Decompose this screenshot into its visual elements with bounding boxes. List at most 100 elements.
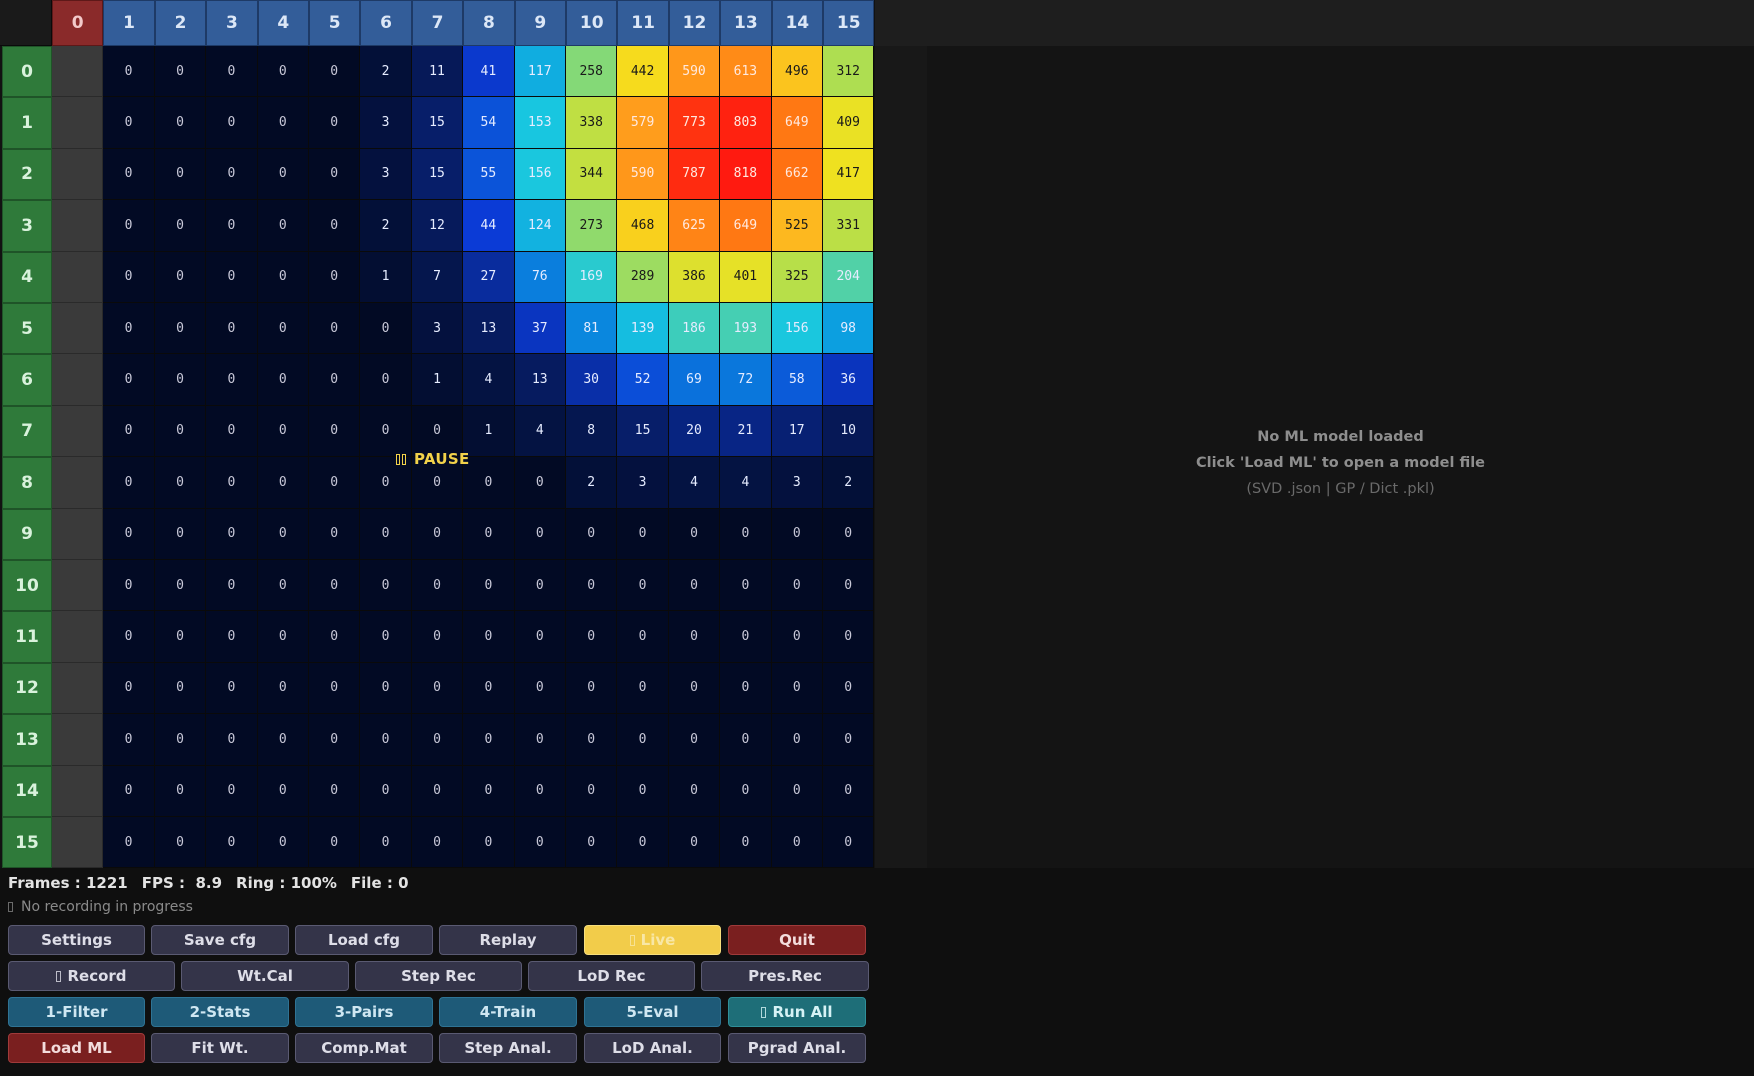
sensor-cell[interactable]: 0 bbox=[154, 354, 207, 406]
sensor-cell[interactable]: 649 bbox=[720, 200, 772, 252]
column-header-14[interactable]: 14 bbox=[771, 0, 823, 46]
sensor-cell[interactable]: 0 bbox=[360, 714, 412, 766]
fit-wt-button[interactable]: Fit Wt. bbox=[151, 1033, 289, 1063]
row-header-0[interactable]: 0 bbox=[2, 46, 52, 98]
sensor-cell[interactable]: 204 bbox=[823, 251, 875, 303]
sensor-cell[interactable]: 0 bbox=[206, 508, 258, 560]
live-button[interactable]: Live bbox=[584, 925, 721, 955]
sensor-cell[interactable]: 117 bbox=[514, 46, 566, 98]
sensor-cell[interactable]: 193 bbox=[720, 303, 772, 355]
sensor-cell[interactable]: 4 bbox=[463, 354, 515, 406]
row-header-14[interactable]: 14 bbox=[2, 765, 52, 817]
sensor-cell[interactable]: 818 bbox=[720, 148, 772, 201]
sensor-cell[interactable]: 0 bbox=[103, 817, 155, 869]
sensor-cell[interactable]: 0 bbox=[514, 714, 566, 766]
sensor-cell[interactable]: 0 bbox=[257, 354, 309, 406]
sensor-cell[interactable]: 0 bbox=[309, 611, 361, 663]
train-step-button[interactable]: 4-Train bbox=[439, 997, 577, 1027]
lod-rec-button[interactable]: LoD Rec bbox=[528, 961, 695, 991]
sensor-cell[interactable]: 156 bbox=[771, 303, 823, 355]
sensor-cell[interactable]: 0 bbox=[103, 457, 155, 509]
column-header-8[interactable]: 8 bbox=[463, 0, 515, 46]
sensor-cell[interactable]: 0 bbox=[103, 662, 155, 715]
sensor-cell[interactable]: 0 bbox=[360, 765, 412, 817]
sensor-cell[interactable]: 0 bbox=[103, 508, 155, 560]
row-header-15[interactable]: 15 bbox=[2, 817, 52, 869]
sensor-cell[interactable]: 8 bbox=[566, 405, 618, 458]
sensor-cell[interactable]: 0 bbox=[566, 560, 618, 612]
sensor-cell[interactable]: 0 bbox=[411, 560, 464, 612]
sensor-cell[interactable]: 613 bbox=[720, 46, 772, 98]
sensor-cell[interactable]: 590 bbox=[617, 148, 669, 201]
sensor-cell[interactable]: 69 bbox=[668, 354, 721, 406]
sensor-cell[interactable]: 0 bbox=[309, 97, 361, 149]
column-header-2[interactable]: 2 bbox=[154, 0, 207, 46]
sensor-cell[interactable]: 0 bbox=[206, 560, 258, 612]
sensor-cell[interactable]: 3 bbox=[411, 303, 464, 355]
sensor-cell[interactable]: 0 bbox=[771, 817, 823, 869]
sensor-cell[interactable]: 0 bbox=[668, 765, 721, 817]
sensor-cell[interactable]: 0 bbox=[463, 714, 515, 766]
sensor-cell[interactable]: 0 bbox=[257, 200, 309, 252]
sensor-cell[interactable]: 0 bbox=[514, 817, 566, 869]
sensor-cell[interactable]: 0 bbox=[154, 200, 207, 252]
sensor-cell[interactable]: 773 bbox=[668, 97, 721, 149]
pres-rec-button[interactable]: Pres.Rec bbox=[701, 961, 869, 991]
sensor-cell[interactable]: 0 bbox=[514, 508, 566, 560]
sensor-cell[interactable]: 0 bbox=[463, 817, 515, 869]
sensor-cell[interactable]: 81 bbox=[566, 303, 618, 355]
sensor-cell[interactable]: 0 bbox=[720, 560, 772, 612]
sensor-cell[interactable]: 0 bbox=[360, 611, 412, 663]
sensor-cell[interactable]: 21 bbox=[720, 405, 772, 458]
sensor-cell[interactable]: 0 bbox=[103, 200, 155, 252]
sensor-cell[interactable]: 0 bbox=[309, 354, 361, 406]
sensor-cell[interactable]: 20 bbox=[668, 405, 721, 458]
settings-button[interactable]: Settings bbox=[8, 925, 145, 955]
sensor-cell[interactable]: 0 bbox=[566, 662, 618, 715]
sensor-cell[interactable]: 44 bbox=[463, 200, 515, 252]
sensor-cell[interactable]: 0 bbox=[566, 714, 618, 766]
sensor-cell[interactable]: 0 bbox=[566, 611, 618, 663]
sensor-cell[interactable]: 0 bbox=[823, 817, 875, 869]
sensor-cell[interactable]: 36 bbox=[823, 354, 875, 406]
sensor-cell[interactable]: 0 bbox=[206, 97, 258, 149]
sensor-cell[interactable]: 11 bbox=[411, 46, 464, 98]
sensor-cell[interactable]: 72 bbox=[720, 354, 772, 406]
sensor-cell[interactable]: 4 bbox=[668, 457, 721, 509]
row-header-11[interactable]: 11 bbox=[2, 611, 52, 663]
sensor-cell[interactable]: 401 bbox=[720, 251, 772, 303]
sensor-cell[interactable]: 0 bbox=[463, 611, 515, 663]
sensor-cell[interactable]: 0 bbox=[514, 765, 566, 817]
sensor-cell[interactable]: 169 bbox=[566, 251, 618, 303]
sensor-cell[interactable]: 0 bbox=[823, 611, 875, 663]
sensor-cell[interactable]: 312 bbox=[823, 46, 875, 98]
sensor-cell[interactable]: 0 bbox=[154, 714, 207, 766]
sensor-cell[interactable]: 0 bbox=[206, 765, 258, 817]
sensor-cell[interactable]: 0 bbox=[257, 508, 309, 560]
row-header-8[interactable]: 8 bbox=[2, 457, 52, 509]
sensor-cell[interactable]: 0 bbox=[668, 817, 721, 869]
sensor-cell[interactable]: 0 bbox=[154, 405, 207, 458]
sensor-cell[interactable]: 0 bbox=[257, 560, 309, 612]
sensor-cell[interactable]: 331 bbox=[823, 200, 875, 252]
replay-button[interactable]: Replay bbox=[439, 925, 577, 955]
row-header-6[interactable]: 6 bbox=[2, 354, 52, 406]
lod-anal-button[interactable]: LoD Anal. bbox=[584, 1033, 721, 1063]
sensor-cell[interactable]: 0 bbox=[720, 611, 772, 663]
sensor-cell[interactable]: 0 bbox=[257, 457, 309, 509]
sensor-cell[interactable]: 468 bbox=[617, 200, 669, 252]
sensor-cell[interactable]: 37 bbox=[514, 303, 566, 355]
sensor-cell[interactable]: 0 bbox=[257, 817, 309, 869]
sensor-cell[interactable]: 0 bbox=[257, 714, 309, 766]
column-header-10[interactable]: 10 bbox=[566, 0, 618, 46]
sensor-cell[interactable]: 0 bbox=[154, 508, 207, 560]
column-header-11[interactable]: 11 bbox=[617, 0, 669, 46]
sensor-cell[interactable]: 153 bbox=[514, 97, 566, 149]
sensor-cell[interactable]: 0 bbox=[309, 405, 361, 458]
sensor-cell[interactable]: 417 bbox=[823, 148, 875, 201]
sensor-cell[interactable]: 0 bbox=[617, 611, 669, 663]
quit-button[interactable]: Quit bbox=[728, 925, 866, 955]
sensor-cell[interactable]: 0 bbox=[103, 354, 155, 406]
sensor-cell[interactable]: 0 bbox=[411, 714, 464, 766]
row-header-1[interactable]: 1 bbox=[2, 97, 52, 149]
